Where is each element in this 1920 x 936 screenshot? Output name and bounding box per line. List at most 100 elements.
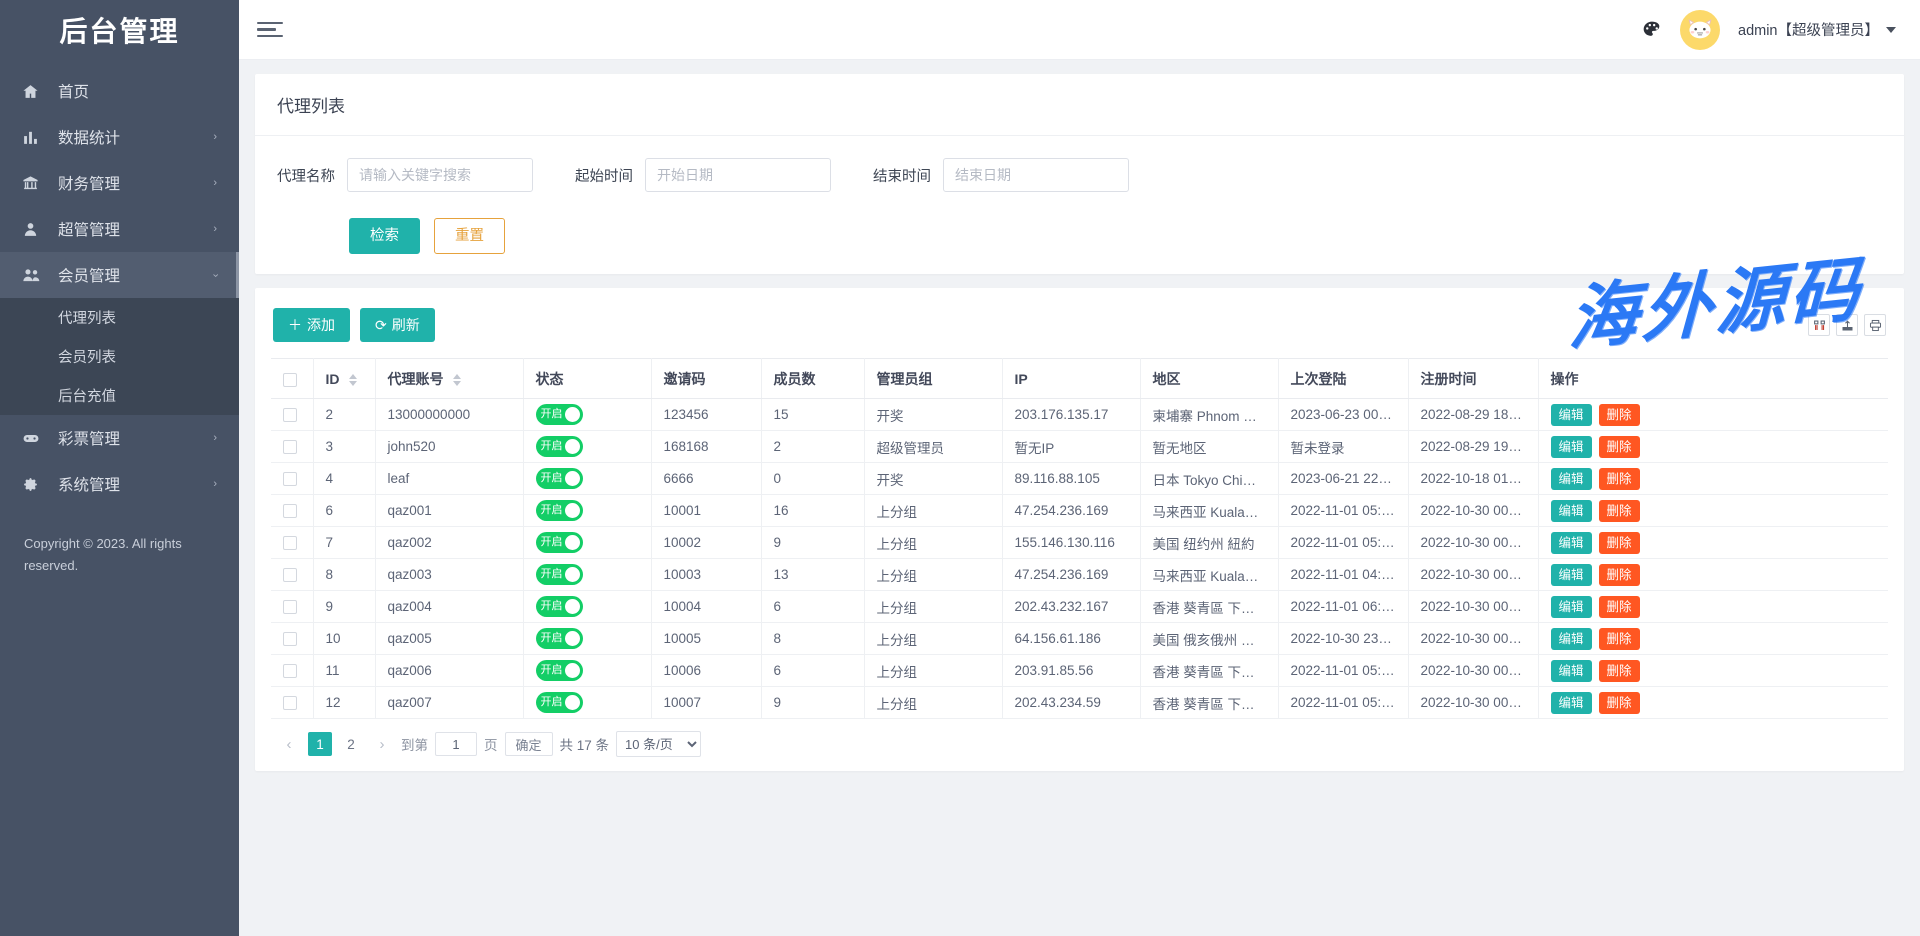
refresh-button[interactable]: ⟳ 刷新 [360,308,435,342]
edit-button[interactable]: 编辑 [1551,596,1592,618]
cell-account: john520 [375,431,523,463]
status-toggle[interactable]: 开启 [536,468,583,489]
sidebar-item-system[interactable]: 系统管理 › [0,461,239,507]
start-date-input[interactable] [645,158,831,192]
status-toggle-label: 开启 [541,505,563,516]
sidebar-copyright: Copyright © 2023. All rights reserved. [0,507,239,577]
sidebar-item-members[interactable]: 会员管理 › [0,252,239,298]
edit-button[interactable]: 编辑 [1551,564,1592,586]
users-icon [22,267,48,284]
prev-page-button[interactable]: ‹ [277,732,301,756]
jump-confirm-button[interactable]: 确定 [505,732,553,756]
delete-button[interactable]: 删除 [1599,660,1640,682]
row-checkbox[interactable] [283,440,297,454]
delete-button[interactable]: 删除 [1599,692,1640,714]
row-checkbox[interactable] [283,504,297,518]
edit-button[interactable]: 编辑 [1551,660,1592,682]
row-checkbox[interactable] [283,600,297,614]
cell-member-count: 13 [761,559,864,591]
sidebar-item-statistics[interactable]: 数据统计 › [0,114,239,160]
page-size-select[interactable]: 10 条/页20 条/页50 条/页100 条/页 [616,731,701,757]
hamburger-icon[interactable] [257,14,283,46]
jump-page-input[interactable] [435,732,477,756]
row-checkbox[interactable] [283,536,297,550]
sidebar-item-label: 首页 [48,80,217,102]
edit-button[interactable]: 编辑 [1551,628,1592,650]
table-row: 10qaz005开启100058上分组64.156.61.186美国 俄亥俄州 … [271,623,1888,655]
palette-icon[interactable] [1642,20,1662,40]
row-checkbox[interactable] [283,472,297,486]
column-id[interactable]: ID [313,359,375,399]
end-date-input[interactable] [943,158,1129,192]
select-all-checkbox[interactable] [283,373,297,387]
edit-button[interactable]: 编辑 [1551,532,1592,554]
sidebar-item-home[interactable]: 首页 [0,68,239,114]
table-body: 213000000000开启12345615开奖203.176.135.17柬埔… [271,399,1888,719]
print-icon[interactable] [1864,314,1886,336]
column-account[interactable]: 代理账号 [375,359,523,399]
cell-ip: 155.146.130.116 [1002,527,1140,559]
row-checkbox[interactable] [283,408,297,422]
status-toggle[interactable]: 开启 [536,532,583,553]
cell-ip: 203.91.85.56 [1002,655,1140,687]
row-checkbox[interactable] [283,664,297,678]
status-toggle[interactable]: 开启 [536,660,583,681]
sidebar-subitem-backend-recharge[interactable]: 后台充值 [0,376,239,415]
delete-button[interactable]: 删除 [1599,532,1640,554]
status-toggle[interactable]: 开启 [536,596,583,617]
user-menu[interactable]: admin【超级管理员】 [1738,19,1896,40]
edit-button[interactable]: 编辑 [1551,500,1592,522]
export-icon[interactable] [1836,314,1858,336]
delete-button[interactable]: 删除 [1599,468,1640,490]
cell-status: 开启 [523,623,651,655]
delete-button[interactable]: 删除 [1599,564,1640,586]
sidebar-subitem-member-list[interactable]: 会员列表 [0,337,239,376]
sidebar-item-finance[interactable]: 财务管理 › [0,160,239,206]
sort-icon[interactable] [349,374,357,386]
delete-button[interactable]: 删除 [1599,404,1640,426]
sidebar-item-label: 数据统计 [48,126,213,148]
columns-icon[interactable] [1808,314,1830,336]
status-toggle[interactable]: 开启 [536,628,583,649]
chevron-right-icon: › [213,132,217,143]
agent-name-input[interactable] [347,158,533,192]
status-toggle[interactable]: 开启 [536,500,583,521]
sidebar-subitem-agent-list[interactable]: 代理列表 [0,298,239,337]
status-toggle[interactable]: 开启 [536,404,583,425]
edit-button[interactable]: 编辑 [1551,692,1592,714]
page-number-2[interactable]: 2 [339,732,363,756]
edit-button[interactable]: 编辑 [1551,468,1592,490]
status-toggle[interactable]: 开启 [536,692,583,713]
page-number-1[interactable]: 1 [308,732,332,756]
next-page-button[interactable]: › [370,732,394,756]
delete-button[interactable]: 删除 [1599,436,1640,458]
cell-id: 6 [313,495,375,527]
column-actions: 操作 [1538,359,1888,399]
sidebar-item-superadmin[interactable]: 超管管理 › [0,206,239,252]
status-toggle-label: 开启 [541,633,563,644]
page-title: 代理列表 [255,74,1904,136]
avatar[interactable] [1680,10,1720,50]
row-checkbox[interactable] [283,568,297,582]
plus-icon: ＋ [288,315,302,335]
sidebar-item-lottery[interactable]: 彩票管理 › [0,415,239,461]
reset-button[interactable]: 重置 [434,218,505,254]
status-toggle[interactable]: 开启 [536,564,583,585]
table-row: 7qaz002开启100029上分组155.146.130.116美国 纽约州 … [271,527,1888,559]
cell-id: 8 [313,559,375,591]
sort-icon[interactable] [453,374,461,386]
status-toggle[interactable]: 开启 [536,436,583,457]
delete-button[interactable]: 删除 [1599,500,1640,522]
delete-button[interactable]: 删除 [1599,628,1640,650]
edit-button[interactable]: 编辑 [1551,404,1592,426]
delete-button[interactable]: 删除 [1599,596,1640,618]
cell-ip: 47.254.236.169 [1002,495,1140,527]
row-checkbox[interactable] [283,632,297,646]
column-admin-group: 管理员组 [864,359,1002,399]
add-button[interactable]: ＋ 添加 [273,308,350,342]
row-checkbox[interactable] [283,696,297,710]
edit-button[interactable]: 编辑 [1551,436,1592,458]
search-button[interactable]: 检索 [349,218,420,254]
cell-region: 香港 葵青區 下… [1140,687,1278,719]
cell-ip: 202.43.234.59 [1002,687,1140,719]
